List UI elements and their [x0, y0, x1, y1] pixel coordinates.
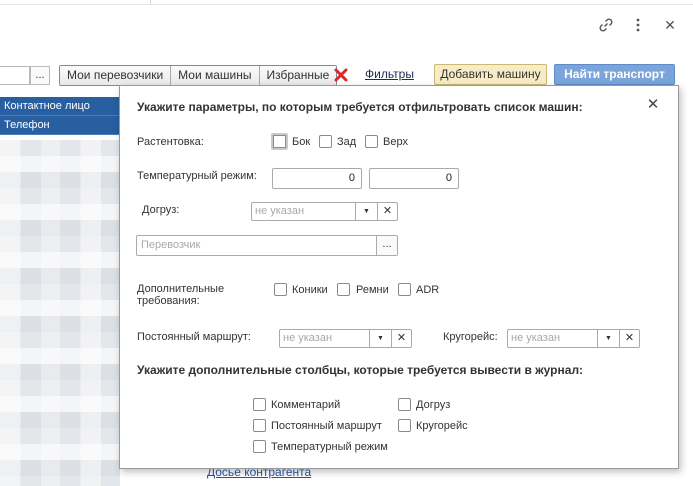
clear-icon[interactable]: ✕	[619, 330, 639, 347]
chevron-down-icon[interactable]: ▼	[355, 203, 377, 220]
column-reload-checkbox[interactable]	[398, 398, 411, 411]
tab-favorites[interactable]: Избранные	[259, 66, 337, 85]
route-placeholder: не указан	[283, 332, 333, 344]
checkbox-adr[interactable]	[398, 283, 411, 296]
checkbox-belts[interactable]	[337, 283, 350, 296]
extra-label-line2: требования:	[137, 295, 200, 307]
column-comment-label[interactable]: Комментарий	[271, 399, 340, 411]
close-icon[interactable]: ✕	[661, 16, 679, 34]
reload-placeholder: не указан	[255, 205, 305, 217]
temp-to-input[interactable]: 0	[369, 168, 459, 189]
grid-rows-blurred	[0, 140, 120, 486]
reload-label: Догруз:	[142, 204, 180, 216]
tab-my-carriers[interactable]: Мои перевозчики	[60, 66, 172, 85]
more-vertical-icon[interactable]	[629, 16, 647, 34]
link-icon-graphic	[599, 18, 613, 32]
chevron-down-icon[interactable]: ▼	[597, 330, 619, 347]
column-header-phone[interactable]: Телефон	[0, 116, 120, 135]
chevron-down-icon[interactable]: ▼	[369, 330, 391, 347]
carrier-field[interactable]: Перевозчик ...	[136, 235, 398, 256]
column-comment-checkbox[interactable]	[253, 398, 266, 411]
checkbox-belts-label[interactable]: Ремни	[356, 284, 389, 296]
clear-filter-icon[interactable]	[333, 67, 349, 83]
round-placeholder: не указан	[511, 332, 561, 344]
round-select[interactable]: не указан ▼ ✕	[507, 329, 640, 348]
filters-link[interactable]: Фильтры	[365, 67, 414, 81]
link-icon[interactable]	[597, 16, 615, 34]
popup-title: Укажите параметры, по которым требуется …	[137, 100, 583, 114]
view-switcher: Мои перевозчики Мои машины Избранные	[59, 65, 338, 86]
carrier-placeholder: Перевозчик	[141, 239, 201, 251]
column-reload-label[interactable]: Догруз	[416, 399, 450, 411]
popup-close-icon[interactable]: ✕	[646, 97, 660, 112]
search-input[interactable]	[0, 66, 30, 85]
column-header-contact[interactable]: Контактное лицо	[0, 97, 120, 116]
top-strip	[0, 0, 693, 5]
window-actions: ✕	[597, 16, 679, 34]
checkbox-top-label[interactable]: Верх	[383, 136, 408, 148]
more-icon-graphic	[636, 18, 640, 32]
checkbox-koniki-label[interactable]: Коники	[292, 284, 328, 296]
checkbox-rear[interactable]	[319, 135, 332, 148]
checkbox-side-label[interactable]: Бок	[292, 136, 310, 148]
column-temp-checkbox[interactable]	[253, 440, 266, 453]
checkbox-rear-label[interactable]: Зад	[337, 136, 356, 148]
vehicles-grid: Контактное лицо Телефон	[0, 97, 120, 486]
loading-label: Растентовка:	[137, 136, 204, 148]
checkbox-top[interactable]	[365, 135, 378, 148]
temp-from-input[interactable]: 0	[272, 168, 362, 189]
toolbar: ... Мои перевозчики Мои машины Избранные…	[0, 64, 693, 86]
filter-popup: ✕ Укажите параметры, по которым требуетс…	[119, 85, 679, 469]
column-round-label[interactable]: Кругорейс	[416, 420, 468, 432]
route-label: Постоянный маршрут:	[137, 331, 251, 343]
red-x-icon	[334, 68, 348, 82]
checkbox-side[interactable]	[271, 133, 288, 150]
strip-divider	[150, 0, 151, 5]
checkbox-koniki[interactable]	[274, 283, 287, 296]
columns-title: Укажите дополнительные столбцы, которые …	[137, 363, 584, 377]
add-vehicle-button[interactable]: Добавить машину	[434, 64, 547, 85]
find-transport-button[interactable]: Найти транспорт	[554, 64, 675, 85]
column-temp-label[interactable]: Температурный режим	[271, 441, 388, 453]
clear-icon[interactable]: ✕	[391, 330, 411, 347]
select-button[interactable]: ...	[30, 66, 50, 85]
column-round-checkbox[interactable]	[398, 419, 411, 432]
column-route-label[interactable]: Постоянный маршрут	[271, 420, 382, 432]
carrier-select-button[interactable]: ...	[376, 236, 397, 255]
route-select[interactable]: не указан ▼ ✕	[279, 329, 412, 348]
extra-label-line1: Дополнительные	[137, 283, 225, 295]
tab-my-vehicles[interactable]: Мои машины	[171, 66, 260, 85]
checkbox-adr-label[interactable]: ADR	[416, 284, 439, 296]
reload-select[interactable]: не указан ▼ ✕	[251, 202, 398, 221]
clear-icon[interactable]: ✕	[377, 203, 397, 220]
temp-label: Температурный режим:	[137, 170, 257, 182]
column-route-checkbox[interactable]	[253, 419, 266, 432]
round-label: Кругорейс:	[443, 331, 498, 343]
